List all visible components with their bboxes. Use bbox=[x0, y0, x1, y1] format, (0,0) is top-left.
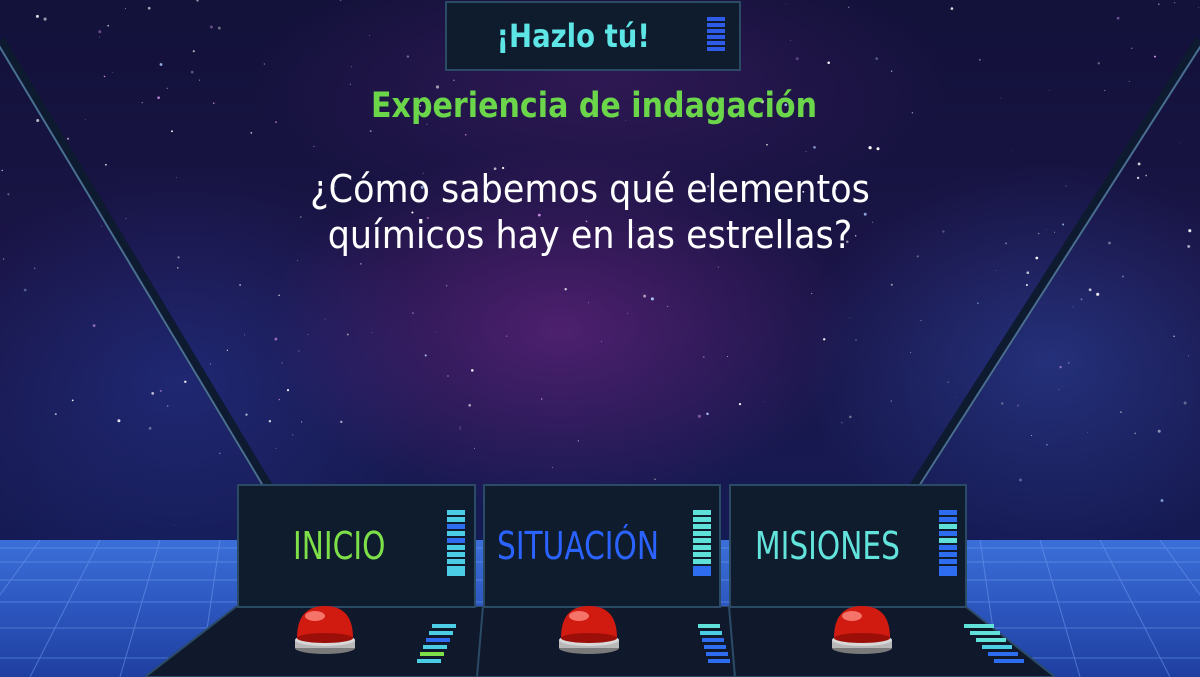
activity-subtitle: Experiencia de indagación bbox=[370, 86, 818, 126]
console-meter-icon bbox=[417, 624, 456, 663]
level-meter-icon bbox=[447, 510, 465, 578]
title-panel: ¡Hazlo tú! bbox=[445, 1, 741, 71]
inquiry-question: ¿Cómo sabemos qué elementos químicos hay… bbox=[47, 166, 1133, 258]
red-push-button-situacion[interactable] bbox=[555, 602, 623, 656]
menu-inicio-button[interactable]: INICIO bbox=[237, 484, 476, 608]
menu-misiones-label: MISIONES bbox=[755, 524, 900, 568]
title-text: ¡Hazlo tú! bbox=[496, 17, 650, 55]
level-meter-icon bbox=[693, 510, 711, 578]
red-push-button-misiones[interactable] bbox=[828, 602, 896, 656]
console-meter-icon bbox=[964, 624, 1024, 663]
level-meter-icon bbox=[939, 510, 957, 578]
console-meter-icon bbox=[698, 624, 730, 663]
menu-inicio-label: INICIO bbox=[293, 524, 386, 568]
question-line-2: químicos hay en las estrellas? bbox=[327, 213, 853, 257]
title-level-meter-icon bbox=[707, 17, 725, 53]
menu-situacion-button[interactable]: SITUACIÓN bbox=[483, 484, 721, 608]
red-push-button-inicio[interactable] bbox=[291, 602, 359, 656]
menu-misiones-button[interactable]: MISIONES bbox=[729, 484, 967, 608]
question-line-1: ¿Cómo sabemos qué elementos bbox=[310, 167, 870, 211]
menu-situacion-label: SITUACIÓN bbox=[497, 524, 660, 568]
